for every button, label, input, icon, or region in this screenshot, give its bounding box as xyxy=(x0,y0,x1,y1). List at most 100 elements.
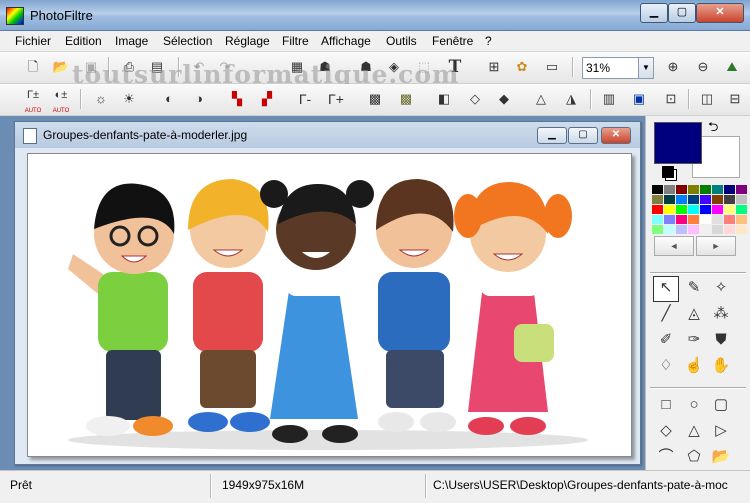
color-palette[interactable] xyxy=(652,185,747,234)
palette-swatch[interactable] xyxy=(676,215,687,224)
palette-prev-button[interactable]: ◄ xyxy=(654,236,694,256)
magic-wand-tool-icon[interactable]: ✧ xyxy=(709,276,733,300)
palette-swatch[interactable] xyxy=(736,225,747,234)
palette-swatch[interactable] xyxy=(736,205,747,214)
document-title-bar[interactable]: Groupes-denfants-pate-à-moderler.jpg ▁ ▢… xyxy=(15,122,640,148)
palette-swatch[interactable] xyxy=(712,185,723,194)
menu-image[interactable]: Image xyxy=(115,34,148,48)
gamma-auto-icon[interactable]: Γ± AUTO xyxy=(22,88,44,114)
menu-selection[interactable]: Sélection xyxy=(163,34,212,48)
spray-tool-icon[interactable]: ⁂ xyxy=(709,302,733,326)
brightness-plus-icon[interactable]: ☀ xyxy=(118,88,140,110)
palette-swatch[interactable] xyxy=(652,195,663,204)
hand-tool-icon[interactable]: ✋ xyxy=(709,354,733,378)
palette-swatch[interactable] xyxy=(724,205,735,214)
arrow-select-tool-icon[interactable]: ↖ xyxy=(653,276,679,302)
palette-swatch[interactable] xyxy=(652,185,663,194)
fit-image-icon[interactable]: ⛰ xyxy=(721,56,743,78)
palette-swatch[interactable] xyxy=(724,215,735,224)
palette-swatch[interactable] xyxy=(676,205,687,214)
diamond-shape-icon[interactable]: ◇ xyxy=(654,419,678,443)
palette-swatch[interactable] xyxy=(724,195,735,204)
palette-swatch[interactable] xyxy=(736,215,747,224)
saturation-minus-icon[interactable]: ▚ xyxy=(226,88,248,110)
sharpen-drop-icon[interactable]: ◆ xyxy=(493,88,515,110)
palette-swatch[interactable] xyxy=(724,185,735,194)
layers-icon[interactable]: ⊞ xyxy=(483,56,505,78)
palette-swatch[interactable] xyxy=(736,185,747,194)
triangle-shape-icon[interactable]: △ xyxy=(682,419,706,443)
menu-fichier[interactable]: Fichier xyxy=(15,34,51,48)
palette-swatch[interactable] xyxy=(736,195,747,204)
palette-swatch[interactable] xyxy=(676,185,687,194)
contrast-plus-icon[interactable]: ◑ xyxy=(188,88,210,110)
blur-drop-icon[interactable]: ◇ xyxy=(464,88,486,110)
monitor-icon[interactable]: ▣ xyxy=(628,88,650,110)
reset-colors-icon[interactable] xyxy=(662,166,674,178)
polygon-shape-icon[interactable]: ⬠ xyxy=(682,445,706,469)
palette-swatch[interactable] xyxy=(712,195,723,204)
palette-swatch[interactable] xyxy=(724,225,735,234)
brightness-minus-icon[interactable]: ☼ xyxy=(90,88,112,110)
window-icon[interactable]: ▭ xyxy=(541,56,563,78)
fill-bucket-tool-icon[interactable]: ◬ xyxy=(682,302,706,326)
minimize-button[interactable]: ▁ xyxy=(640,3,668,23)
menu-affichage[interactable]: Affichage xyxy=(321,34,371,48)
frame-icon[interactable]: ⊡ xyxy=(660,88,682,110)
doc-maximize-button[interactable]: ▢ xyxy=(568,127,598,144)
new-file-icon[interactable]: 🗋 xyxy=(22,56,44,78)
line-tool-icon[interactable]: ╱ xyxy=(654,302,678,326)
gradient-icon[interactable]: ▥ xyxy=(598,88,620,110)
swap-colors-icon[interactable]: ⮌ xyxy=(708,118,718,140)
menu-filtre[interactable]: Filtre xyxy=(282,34,309,48)
photofiltre-app-icon[interactable] xyxy=(6,7,24,25)
palette-swatch[interactable] xyxy=(688,225,699,234)
triangle-right-shape-icon[interactable]: ▷ xyxy=(709,419,733,443)
close-button[interactable]: ✕ xyxy=(696,3,744,23)
texture-icon[interactable]: ▩ xyxy=(395,88,417,110)
zoom-out-icon[interactable]: ⊖ xyxy=(692,56,714,78)
palette-swatch[interactable] xyxy=(652,215,663,224)
palette-swatch[interactable] xyxy=(664,225,675,234)
zoom-select[interactable]: 31% ▼ xyxy=(582,57,654,79)
flip-vertical-icon[interactable]: ⊟ xyxy=(724,88,746,110)
foreground-color-swatch[interactable] xyxy=(654,122,702,164)
palette-swatch[interactable] xyxy=(688,205,699,214)
soften-icon[interactable]: ◧ xyxy=(433,88,455,110)
palette-swatch[interactable] xyxy=(700,185,711,194)
doc-close-button[interactable]: ✕ xyxy=(601,127,631,144)
flip-horizontal-icon[interactable]: ◫ xyxy=(696,88,718,110)
saturation-plus-icon[interactable]: ▞ xyxy=(256,88,278,110)
menu-outils[interactable]: Outils xyxy=(386,34,417,48)
brush-tool-icon[interactable]: ✐ xyxy=(654,328,678,352)
palette-swatch[interactable] xyxy=(700,215,711,224)
stamp-tool-icon[interactable]: ⛊ xyxy=(709,328,733,352)
palette-swatch[interactable] xyxy=(652,225,663,234)
contrast-minus-icon[interactable]: ◐ xyxy=(158,88,180,110)
chevron-down-icon[interactable]: ▼ xyxy=(638,58,653,78)
gamma-plus-icon[interactable]: Γ+ xyxy=(325,88,347,110)
palette-swatch[interactable] xyxy=(664,205,675,214)
zoom-in-icon[interactable]: ⊕ xyxy=(662,56,684,78)
palette-swatch[interactable] xyxy=(676,195,687,204)
plugin-icon[interactable]: ✿ xyxy=(511,56,533,78)
blur-drop-tool-icon[interactable]: ♢ xyxy=(654,354,678,378)
palette-swatch[interactable] xyxy=(700,205,711,214)
open-folder-icon[interactable]: 📂 xyxy=(50,56,72,78)
palette-swatch[interactable] xyxy=(700,225,711,234)
palette-swatch[interactable] xyxy=(712,205,723,214)
palette-swatch[interactable] xyxy=(688,215,699,224)
maximize-button[interactable]: ▢ xyxy=(668,3,696,23)
rectangle-shape-icon[interactable]: □ xyxy=(654,393,678,417)
palette-next-button[interactable]: ► xyxy=(696,236,736,256)
triangle-filled-icon[interactable]: ◮ xyxy=(560,88,582,110)
smudge-tool-icon[interactable]: ☝ xyxy=(682,354,706,378)
triangle-icon[interactable]: △ xyxy=(530,88,552,110)
doc-minimize-button[interactable]: ▁ xyxy=(537,127,567,144)
open-shape-icon[interactable]: 📂 xyxy=(709,445,733,469)
palette-swatch[interactable] xyxy=(676,225,687,234)
gamma-minus-icon[interactable]: Γ- xyxy=(294,88,316,110)
palette-swatch[interactable] xyxy=(664,185,675,194)
image-canvas[interactable] xyxy=(27,153,632,457)
rounded-rect-shape-icon[interactable]: ▢ xyxy=(709,393,733,417)
